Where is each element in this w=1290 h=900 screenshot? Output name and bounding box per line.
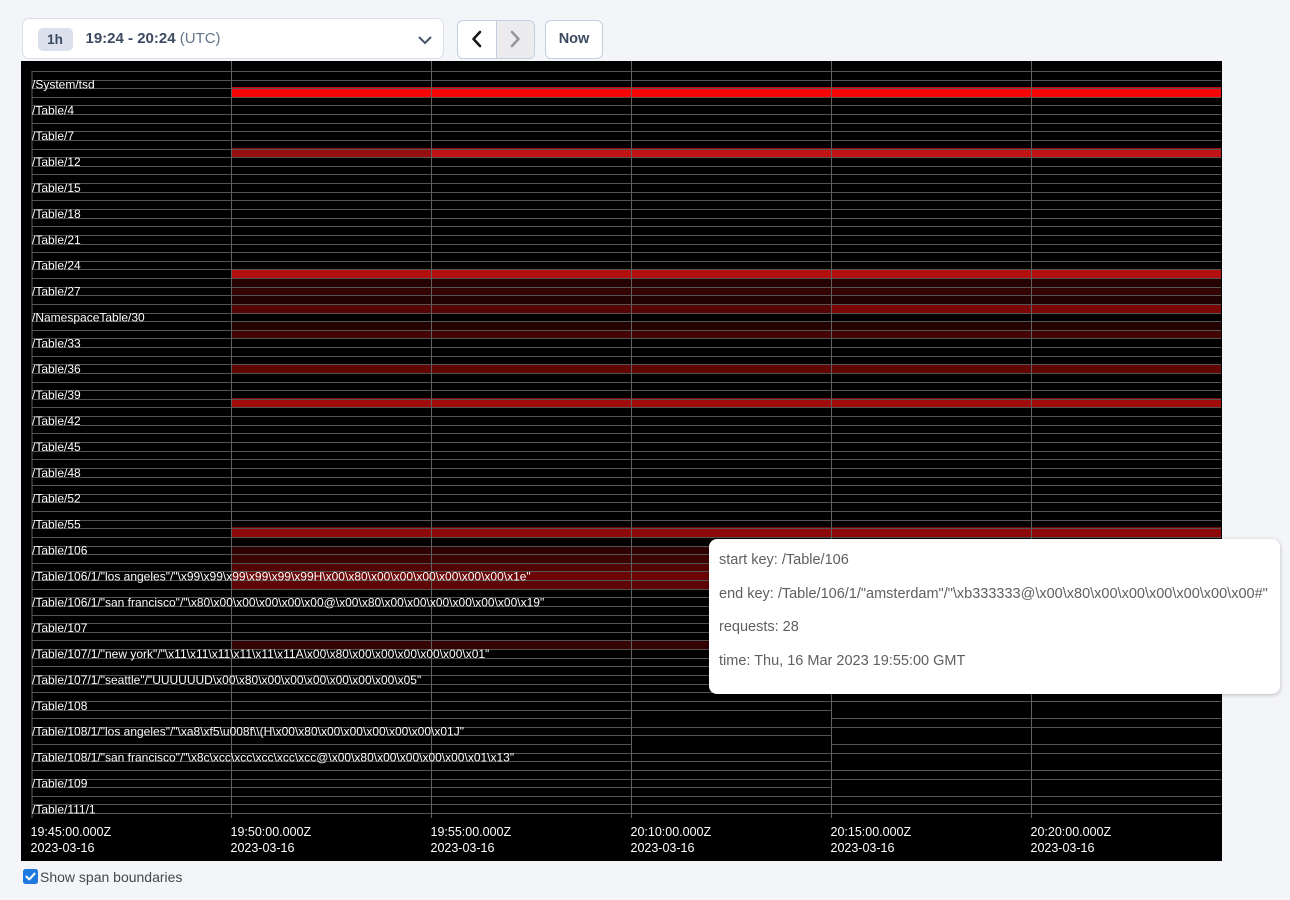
- svg-text:/Table/42: /Table/42: [32, 414, 81, 428]
- svg-text:20:20:00.000Z: 20:20:00.000Z: [1031, 825, 1112, 839]
- svg-text:20:10:00.000Z: 20:10:00.000Z: [631, 825, 712, 839]
- svg-text:/Table/107/1/"seattle"/"UUUUUU: /Table/107/1/"seattle"/"UUUUUUD\x00\x80\…: [32, 673, 421, 687]
- svg-text:/Table/108/1/"san francisco"/": /Table/108/1/"san francisco"/"\x8c\xcc\x…: [32, 751, 514, 765]
- svg-text:/Table/15: /Table/15: [32, 181, 81, 195]
- svg-text:/Table/109: /Table/109: [32, 776, 88, 790]
- svg-text:/Table/107/1/"new york"/"\x11\: /Table/107/1/"new york"/"\x11\x11\x11\x1…: [32, 647, 489, 661]
- svg-text:/Table/106: /Table/106: [32, 543, 88, 557]
- svg-text:2023-03-16: 2023-03-16: [431, 841, 495, 855]
- svg-text:2023-03-16: 2023-03-16: [31, 841, 95, 855]
- svg-text:2023-03-16: 2023-03-16: [231, 841, 295, 855]
- svg-text:/Table/55: /Table/55: [32, 518, 81, 532]
- svg-text:/Table/52: /Table/52: [32, 492, 81, 506]
- svg-text:/System/tsd: /System/tsd: [32, 77, 95, 91]
- svg-text:19:50:00.000Z: 19:50:00.000Z: [231, 825, 312, 839]
- svg-text:/Table/108/1/"los angeles"/"\x: /Table/108/1/"los angeles"/"\xa8\xf5\u00…: [32, 725, 464, 739]
- svg-text:20:15:00.000Z: 20:15:00.000Z: [831, 825, 912, 839]
- svg-text:2023-03-16: 2023-03-16: [831, 841, 895, 855]
- svg-text:/Table/21: /Table/21: [32, 233, 81, 247]
- svg-text:19:45:00.000Z: 19:45:00.000Z: [31, 825, 112, 839]
- svg-text:/NamespaceTable/30: /NamespaceTable/30: [32, 310, 145, 324]
- svg-text:19:55:00.000Z: 19:55:00.000Z: [431, 825, 512, 839]
- svg-text:/Table/4: /Table/4: [32, 103, 74, 117]
- svg-text:/Table/106/1/"los angeles"/"\x: /Table/106/1/"los angeles"/"\x99\x99\x99…: [32, 569, 531, 583]
- svg-text:/Table/107: /Table/107: [32, 621, 88, 635]
- svg-text:/Table/106/1/"san francisco"/": /Table/106/1/"san francisco"/"\x80\x00\x…: [32, 595, 544, 609]
- svg-text:/Table/39: /Table/39: [32, 388, 81, 402]
- svg-text:/Table/33: /Table/33: [32, 336, 81, 350]
- svg-text:/Table/108: /Table/108: [32, 699, 88, 713]
- svg-text:/Table/12: /Table/12: [32, 155, 81, 169]
- svg-text:2023-03-16: 2023-03-16: [631, 841, 695, 855]
- svg-text:/Table/24: /Table/24: [32, 259, 81, 273]
- svg-text:/Table/27: /Table/27: [32, 285, 81, 299]
- svg-text:/Table/18: /Table/18: [32, 207, 81, 221]
- svg-text:/Table/48: /Table/48: [32, 466, 81, 480]
- svg-text:/Table/36: /Table/36: [32, 362, 81, 376]
- svg-text:/Table/111/1: /Table/111/1: [32, 802, 96, 816]
- svg-text:/Table/45: /Table/45: [32, 440, 81, 454]
- svg-text:2023-03-16: 2023-03-16: [1031, 841, 1095, 855]
- svg-text:/Table/7: /Table/7: [32, 129, 74, 143]
